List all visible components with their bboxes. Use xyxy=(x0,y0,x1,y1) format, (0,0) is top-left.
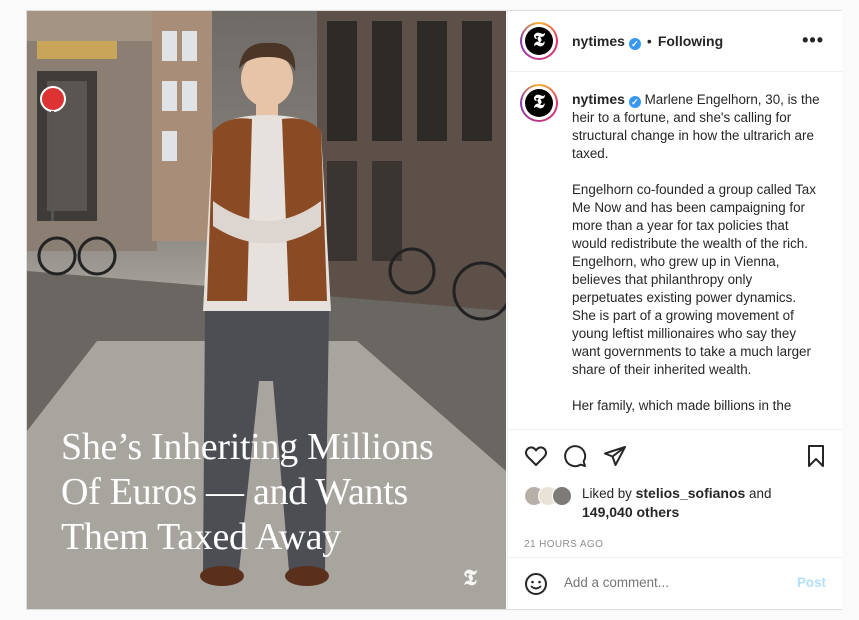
liked-by-text: Liked by stelios_sofianos and 149,040 ot… xyxy=(582,484,832,522)
post-photo[interactable]: She’s Inheriting Millions Of Euros — and… xyxy=(27,11,506,609)
post-caption: nytimes ✓ Marlene Engelhorn, 30, is the h… xyxy=(572,90,822,429)
post-header: 𝕿 nytimes ✓ • Following ••• xyxy=(508,11,842,72)
comment-bar: Post xyxy=(508,557,842,610)
caption-paragraph: Her family, which made billions in the xyxy=(572,398,792,413)
headline-line: She’s Inheriting Millions xyxy=(61,426,434,468)
account-name-link[interactable]: nytimes xyxy=(572,33,625,49)
liked-and: and xyxy=(749,486,772,501)
comment-icon[interactable] xyxy=(563,444,587,468)
emoji-icon[interactable] xyxy=(524,572,548,596)
post-side-panel: 𝕿 nytimes ✓ • Following ••• 𝕿 nytimes ✓ Marl… xyxy=(507,11,842,609)
comment-input[interactable] xyxy=(562,574,786,591)
more-icon[interactable]: ••• xyxy=(802,30,824,51)
photo-headline: She’s Inheriting Millions Of Euros — and… xyxy=(61,425,491,560)
separator-dot: • xyxy=(646,33,652,49)
verified-icon: ✓ xyxy=(628,96,641,108)
caption-paragraph: nytimes ✓ Marlene Engelhorn, 30, is the h… xyxy=(572,90,822,163)
liked-by-avatars[interactable] xyxy=(524,486,572,506)
bookmark-icon[interactable] xyxy=(804,444,828,468)
post-modal: She’s Inheriting Millions Of Euros — and… xyxy=(26,10,842,610)
post-comment-button[interactable]: Post xyxy=(797,575,826,590)
liked-by-user-link[interactable]: stelios_sofianos xyxy=(636,485,746,501)
post-actions: Liked by stelios_sofianos and 149,040 ot… xyxy=(508,429,842,558)
caption-paragraph: Engelhorn co-founded a group called Tax … xyxy=(572,182,816,377)
headline-line: Of Euros — and Wants xyxy=(61,471,408,513)
avatar[interactable]: 𝕿 xyxy=(520,22,558,60)
likes-count-link[interactable]: 149,040 others xyxy=(582,504,679,520)
avatar[interactable]: 𝕿 xyxy=(520,84,558,122)
avatar xyxy=(552,486,572,506)
headline-line: Them Taxed Away xyxy=(61,516,341,558)
post-timestamp[interactable]: 21 HOURS AGO xyxy=(524,539,603,550)
caption-area[interactable]: 𝕿 nytimes ✓ Marlene Engelhorn, 30, is the… xyxy=(508,72,842,429)
verified-icon: ✓ xyxy=(628,38,641,50)
nyt-avatar-icon: 𝕿 xyxy=(525,89,553,117)
caption-account-link[interactable]: nytimes xyxy=(572,91,625,107)
liked-prefix: Liked by xyxy=(582,486,632,501)
nyt-avatar-icon: 𝕿 xyxy=(525,27,553,55)
heart-icon[interactable] xyxy=(524,444,548,468)
following-button[interactable]: Following xyxy=(658,33,723,49)
share-icon[interactable] xyxy=(603,444,627,468)
nyt-logo-icon: 𝕿 xyxy=(463,565,477,590)
header-name-row: nytimes ✓ • Following xyxy=(572,33,723,50)
